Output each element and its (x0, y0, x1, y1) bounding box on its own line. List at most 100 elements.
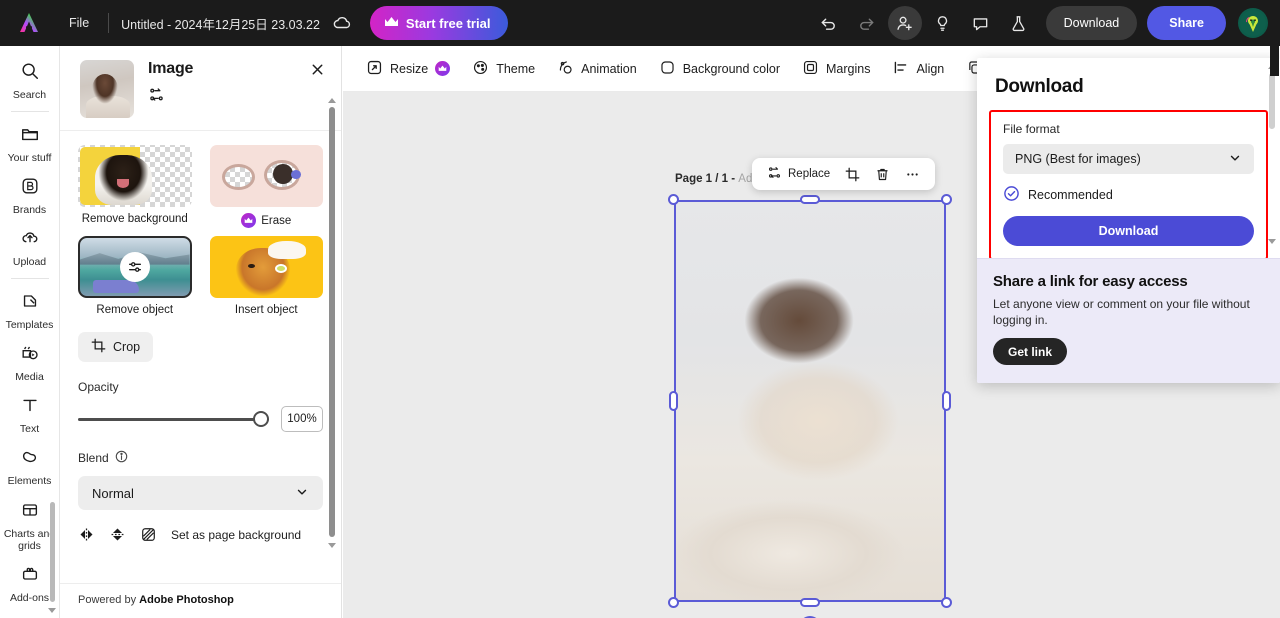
selected-image-thumbnail[interactable] (80, 60, 134, 118)
addons-icon (20, 564, 40, 589)
sidebar-item-label: Add-ons (10, 592, 49, 604)
card-insert-object[interactable]: Insert object (210, 236, 324, 316)
redo-icon[interactable] (850, 6, 884, 40)
resize-handle-right[interactable] (942, 391, 951, 411)
lightbulb-icon[interactable] (926, 6, 960, 40)
download-panel: Download File format PNG (Best for image… (977, 58, 1280, 383)
scroll-up-arrow[interactable] (328, 98, 336, 103)
top-bar-actions: Download Share (812, 6, 1280, 40)
download-scrollbar-thumb[interactable] (1269, 73, 1275, 129)
card-remove-background[interactable]: Remove background (78, 145, 192, 228)
margins-icon (802, 59, 819, 79)
close-icon[interactable] (308, 60, 327, 84)
resize-handle-top-right[interactable] (941, 194, 952, 205)
card-erase[interactable]: Erase (210, 145, 324, 228)
scroll-down-arrow[interactable] (1268, 239, 1276, 244)
opacity-value-input[interactable]: 100% (281, 406, 323, 432)
rail-scrollbar-thumb[interactable] (50, 502, 55, 602)
download-confirm-button[interactable]: Download (1003, 216, 1254, 246)
card-remove-object[interactable]: Remove object (78, 236, 192, 316)
toolbar-item-background-color[interactable]: Background color (650, 53, 789, 85)
toolbar-item-animation[interactable]: Animation (548, 53, 646, 85)
sidebar-item-label: Templates (6, 319, 54, 331)
adobe-express-logo-icon[interactable] (14, 8, 44, 38)
set-page-background-label[interactable]: Set as page background (171, 528, 301, 542)
file-menu[interactable]: File (62, 12, 96, 34)
file-format-highlight-box: File format PNG (Best for images) Recomm… (989, 110, 1268, 260)
share-link-card: Share a link for easy access Let anyone … (977, 258, 1280, 383)
search-icon (20, 61, 40, 86)
sidebar-item-brands[interactable]: Brands (2, 169, 58, 221)
more-options-icon[interactable] (899, 163, 926, 186)
set-page-background-icon[interactable] (140, 526, 157, 543)
crop-icon (91, 338, 106, 356)
invite-person-icon[interactable] (888, 6, 922, 40)
share-card-title: Share a link for easy access (993, 273, 1264, 290)
sidebar-item-search[interactable]: Search (2, 54, 58, 106)
sidebar-item-media[interactable]: Media (2, 336, 58, 388)
toolbar-item-resize[interactable]: Resize (357, 53, 459, 85)
sidebar-item-your-stuff[interactable]: Your stuff (2, 117, 58, 169)
sidebar-item-templates[interactable]: Templates (2, 284, 58, 336)
flip-horizontal-icon[interactable] (78, 526, 95, 543)
trash-icon[interactable] (869, 163, 896, 186)
crown-icon (241, 213, 256, 228)
replace-button[interactable]: Replace (761, 161, 836, 187)
crop-icon[interactable] (839, 163, 866, 186)
opacity-slider[interactable] (78, 411, 269, 427)
toolbar-item-label: Align (916, 62, 944, 76)
toolbar-item-margins[interactable]: Margins (793, 53, 879, 85)
sidebar-item-label: Your stuff (8, 152, 52, 164)
file-format-select[interactable]: PNG (Best for images) (1003, 144, 1254, 174)
get-link-button[interactable]: Get link (993, 338, 1067, 365)
background-color-icon (659, 59, 676, 79)
text-t-icon (20, 395, 40, 420)
info-icon[interactable] (115, 450, 128, 466)
toolbar-item-align[interactable]: Align (883, 53, 953, 85)
rail-scrollbar[interactable] (48, 502, 56, 618)
page-label-text: Page 1 / 1 - (675, 173, 738, 185)
media-play-icon (20, 343, 40, 368)
panel-scrollbar-thumb[interactable] (329, 107, 335, 537)
share-card-subtitle: Let anyone view or comment on your file … (993, 296, 1264, 328)
card-thumbnail (210, 236, 324, 298)
resize-handle-bottom-left[interactable] (668, 597, 679, 608)
selected-image-element[interactable]: Try Remove Object (674, 200, 946, 602)
sidebar-item-elements[interactable]: Elements (2, 440, 58, 492)
download-button[interactable]: Download (1046, 6, 1138, 40)
crop-button[interactable]: Crop (78, 332, 153, 362)
card-label: Erase (210, 213, 324, 228)
flip-vertical-icon[interactable] (109, 526, 126, 543)
replace-swap-icon[interactable] (148, 86, 308, 108)
document-title[interactable]: Untitled - 2024年12月25日 23.03.22 (121, 14, 320, 33)
toolbar-item-theme[interactable]: Theme (463, 53, 544, 85)
undo-icon[interactable] (812, 6, 846, 40)
cloud-save-icon[interactable] (332, 15, 352, 31)
avatar[interactable] (1238, 8, 1268, 38)
resize-handle-left[interactable] (669, 391, 678, 411)
share-button[interactable]: Share (1147, 6, 1226, 40)
toolbar-item-label: Margins (826, 62, 870, 76)
image-tool-cards: Remove background Erase (60, 131, 341, 320)
crop-button-label: Crop (113, 340, 140, 354)
scroll-down-arrow[interactable] (48, 608, 56, 613)
toolbar-item-label: Theme (496, 62, 535, 76)
recommended-checkbox[interactable]: Recommended (1003, 185, 1254, 205)
comment-icon[interactable] (964, 6, 998, 40)
blend-mode-select[interactable]: Normal (78, 476, 323, 510)
sidebar-item-text[interactable]: Text (2, 388, 58, 440)
card-label-text: Remove background (82, 213, 188, 225)
panel-scrollbar[interactable] (327, 98, 336, 604)
start-free-trial-button[interactable]: Start free trial (370, 6, 509, 40)
scroll-down-arrow[interactable] (328, 543, 336, 548)
flask-icon[interactable] (1002, 6, 1036, 40)
rail-divider (11, 111, 49, 112)
resize-handle-top-left[interactable] (668, 194, 679, 205)
resize-handle-bottom[interactable] (800, 598, 820, 607)
resize-handle-bottom-right[interactable] (941, 597, 952, 608)
sidebar-item-upload[interactable]: Upload (2, 221, 58, 273)
card-label-text: Insert object (235, 304, 298, 316)
resize-handle-top[interactable] (800, 195, 820, 204)
slider-knob[interactable] (253, 411, 269, 427)
download-panel-scrollbar[interactable] (1267, 64, 1277, 248)
